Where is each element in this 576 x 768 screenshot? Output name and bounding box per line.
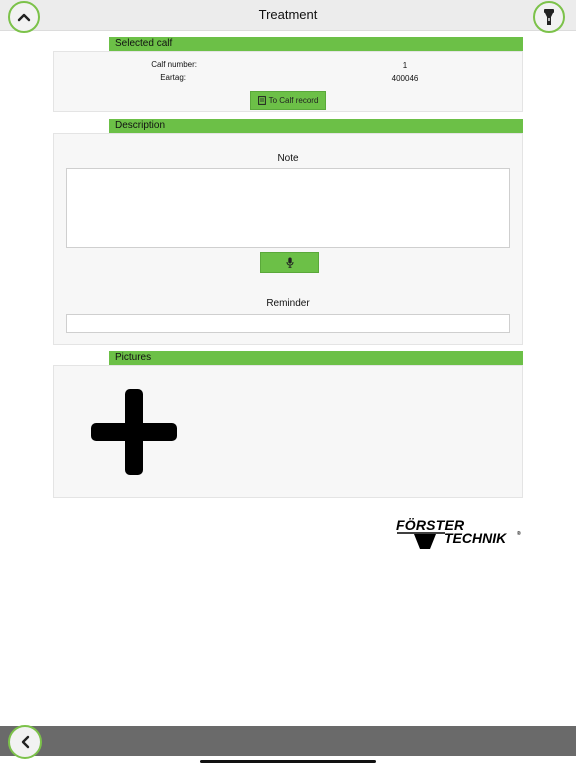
page-title: Treatment xyxy=(258,7,318,22)
selected-calf-panel: Calf number: 1 Eartag: 400046 To Calf re… xyxy=(53,51,523,112)
pictures-header: Pictures xyxy=(109,351,523,365)
flashlight-icon xyxy=(544,9,554,25)
back-button[interactable] xyxy=(8,725,42,759)
home-indicator xyxy=(200,760,376,763)
plus-icon xyxy=(91,389,177,475)
reminder-label: Reminder xyxy=(266,298,310,309)
description-header: Description xyxy=(109,119,523,133)
to-calf-record-label: To Calf record xyxy=(268,96,319,105)
collapse-button[interactable] xyxy=(8,1,40,33)
reminder-input[interactable] xyxy=(66,314,510,333)
note-textarea[interactable] xyxy=(66,168,510,248)
eartag-value: 400046 xyxy=(391,74,419,83)
calf-number-value: 1 xyxy=(402,61,408,70)
top-bar: Treatment xyxy=(0,0,576,31)
microphone-icon xyxy=(286,257,293,268)
add-picture-button[interactable] xyxy=(90,388,178,476)
chevron-left-icon xyxy=(21,735,30,749)
to-calf-record-button[interactable]: To Calf record xyxy=(250,91,326,110)
selected-calf-header: Selected calf xyxy=(109,37,523,51)
flashlight-button[interactable] xyxy=(533,1,565,33)
forster-technik-logo: FÖRSTER TECHNIK ® xyxy=(396,518,524,552)
calf-number-label: Calf number: xyxy=(151,60,197,69)
note-label: Note xyxy=(277,153,299,164)
description-panel: Note Reminder xyxy=(53,133,523,345)
record-icon xyxy=(257,96,266,105)
bottom-bar xyxy=(0,726,576,756)
logo-line2: TECHNIK xyxy=(444,530,507,546)
chevron-up-icon xyxy=(17,13,31,22)
logo-registered-mark: ® xyxy=(517,531,521,537)
eartag-label: Eartag: xyxy=(160,73,186,82)
voice-input-button[interactable] xyxy=(260,252,319,273)
pictures-panel xyxy=(53,365,523,498)
